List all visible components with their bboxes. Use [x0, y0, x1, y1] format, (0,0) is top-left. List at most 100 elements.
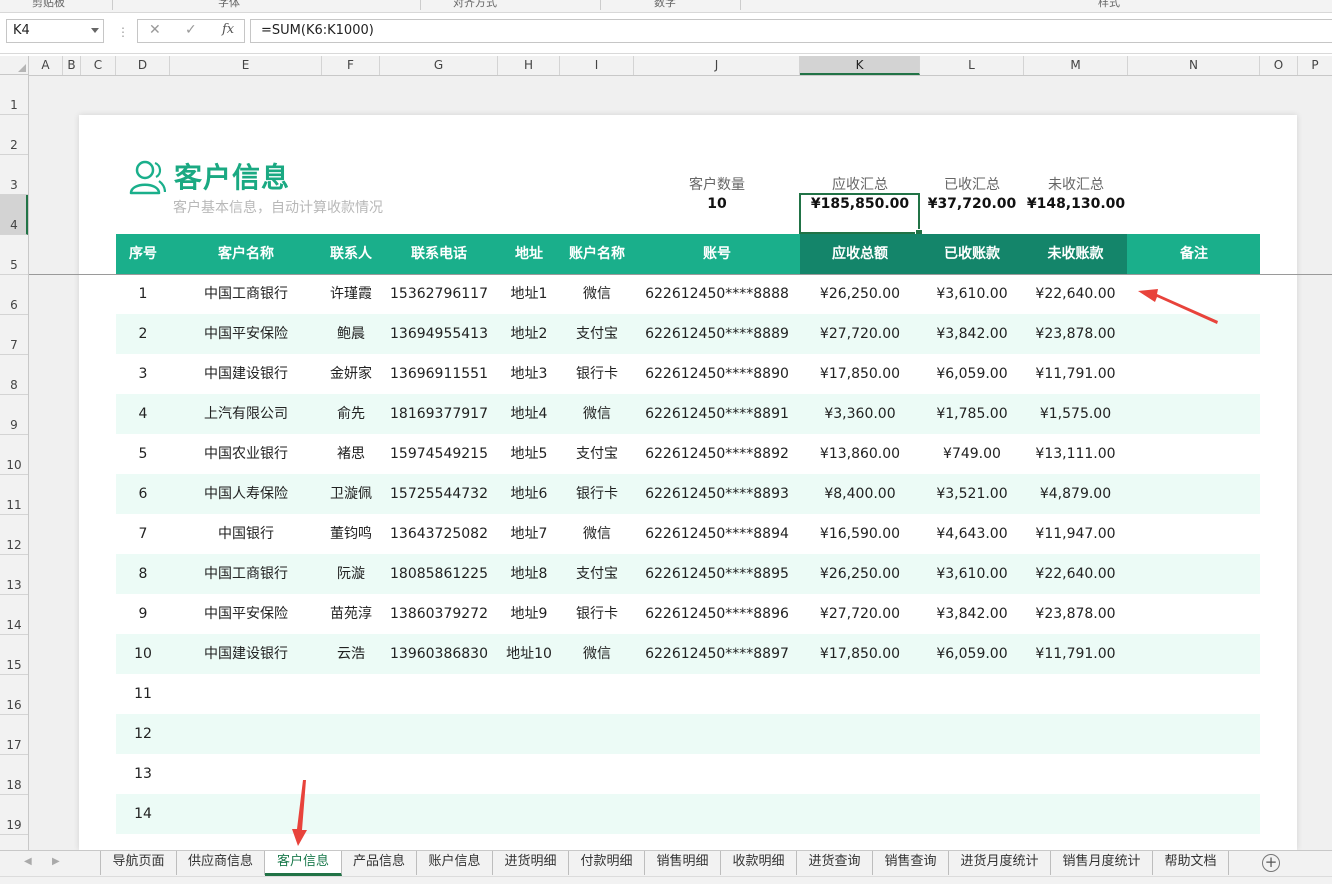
cell-received[interactable]: ¥749.00 — [920, 434, 1024, 474]
cell-customer-name[interactable]: 中国平安保险 — [170, 314, 322, 354]
table-header-cell[interactable]: 账号 — [634, 234, 800, 274]
sheet-tab-sales-detail[interactable]: 销售明细 — [645, 851, 721, 875]
cell-address[interactable]: 地址4 — [498, 394, 560, 434]
table-header-cell[interactable]: 应收总额 — [800, 234, 920, 274]
cell-contact[interactable] — [322, 794, 380, 834]
cell-phone[interactable]: 18169377917 — [380, 394, 498, 434]
cell-index[interactable]: 9 — [116, 594, 170, 634]
cell-account-name[interactable]: 银行卡 — [560, 474, 634, 514]
cell-received[interactable]: ¥3,610.00 — [920, 554, 1024, 594]
scroll-left-icon[interactable]: ◀ — [24, 856, 32, 867]
cell-receivable[interactable]: ¥3,360.00 — [800, 394, 920, 434]
cell-address[interactable]: 地址3 — [498, 354, 560, 394]
cell-received[interactable] — [920, 754, 1024, 794]
cell-receivable[interactable]: ¥27,720.00 — [800, 594, 920, 634]
cell-receivable[interactable]: ¥16,590.00 — [800, 514, 920, 554]
cell-receivable[interactable]: ¥17,850.00 — [800, 634, 920, 674]
cell-phone[interactable] — [380, 674, 498, 714]
cancel-icon[interactable]: ✕ — [149, 22, 161, 38]
cell-unreceived[interactable]: ¥11,947.00 — [1024, 514, 1127, 554]
cell-remark[interactable] — [1128, 554, 1260, 594]
cell-account-number[interactable]: 622612450****8895 — [634, 554, 800, 594]
cell-remark[interactable] — [1128, 714, 1260, 754]
cell-index[interactable]: 3 — [116, 354, 170, 394]
cell-account-name[interactable] — [560, 754, 634, 794]
row-header[interactable]: 3 — [0, 155, 28, 195]
cell-account-name[interactable]: 微信 — [560, 514, 634, 554]
cell-account-number[interactable] — [634, 754, 800, 794]
cell-receivable[interactable]: ¥26,250.00 — [800, 554, 920, 594]
enter-icon[interactable]: ✓ — [185, 22, 197, 38]
cell-customer-name[interactable]: 中国工商银行 — [170, 274, 322, 314]
cell-received[interactable] — [920, 794, 1024, 834]
column-header-a[interactable]: A — [29, 56, 63, 75]
cell-receivable[interactable]: ¥17,850.00 — [800, 354, 920, 394]
cell-received[interactable]: ¥3,610.00 — [920, 274, 1024, 314]
cell-remark[interactable] — [1128, 394, 1260, 434]
cell-remark[interactable] — [1128, 434, 1260, 474]
cell-account-name[interactable]: 微信 — [560, 274, 634, 314]
column-header-c[interactable]: C — [81, 56, 116, 75]
cell-unreceived[interactable] — [1024, 674, 1127, 714]
cell-unreceived[interactable]: ¥23,878.00 — [1024, 594, 1127, 634]
cell-address[interactable]: 地址8 — [498, 554, 560, 594]
cell-received[interactable]: ¥4,643.00 — [920, 514, 1024, 554]
cell-customer-name[interactable]: 中国平安保险 — [170, 594, 322, 634]
sheet-tab-help[interactable]: 帮助文档 — [1153, 851, 1229, 875]
cell-address[interactable]: 地址1 — [498, 274, 560, 314]
row-header[interactable]: 11 — [0, 475, 28, 515]
row-header[interactable]: 9 — [0, 395, 28, 435]
cell-index[interactable]: 10 — [116, 634, 170, 674]
column-header-b[interactable]: B — [63, 56, 81, 75]
sheet-tab-accounts[interactable]: 账户信息 — [417, 851, 493, 875]
cell-account-number[interactable]: 622612450****8894 — [634, 514, 800, 554]
cell-account-name[interactable]: 支付宝 — [560, 314, 634, 354]
scroll-right-icon[interactable]: ▶ — [52, 856, 60, 867]
row-header[interactable]: 18 — [0, 755, 28, 795]
cell-unreceived[interactable]: ¥13,111.00 — [1024, 434, 1127, 474]
cell-address[interactable] — [498, 674, 560, 714]
cell-customer-name[interactable]: 中国人寿保险 — [170, 474, 322, 514]
cell-account-number[interactable]: 622612450****8890 — [634, 354, 800, 394]
sheet-tab-sales-query[interactable]: 销售查询 — [873, 851, 949, 875]
cell-account-name[interactable]: 微信 — [560, 394, 634, 434]
column-header-p[interactable]: P — [1298, 56, 1332, 75]
cell-phone[interactable]: 18085861225 — [380, 554, 498, 594]
cell-address[interactable] — [498, 794, 560, 834]
name-box[interactable]: K4 — [6, 19, 104, 43]
cell-received[interactable] — [920, 714, 1024, 754]
cell-account-number[interactable] — [634, 794, 800, 834]
column-header-k[interactable]: K — [800, 56, 920, 75]
cell-phone[interactable]: 15362796117 — [380, 274, 498, 314]
cell-phone[interactable]: 13860379272 — [380, 594, 498, 634]
row-header[interactable]: 10 — [0, 435, 28, 475]
cell-contact[interactable] — [322, 714, 380, 754]
row-header[interactable]: 16 — [0, 675, 28, 715]
cell-address[interactable]: 地址10 — [498, 634, 560, 674]
table-header-cell[interactable]: 联系人 — [322, 234, 380, 274]
column-header-h[interactable]: H — [498, 56, 560, 75]
cell-remark[interactable] — [1128, 794, 1260, 834]
cell-receivable[interactable]: ¥13,860.00 — [800, 434, 920, 474]
sheet-tab-sales-monthly[interactable]: 销售月度统计 — [1051, 851, 1153, 875]
cell-index[interactable]: 8 — [116, 554, 170, 594]
cell-phone[interactable]: 13696911551 — [380, 354, 498, 394]
cell-unreceived[interactable] — [1024, 794, 1127, 834]
column-header-g[interactable]: G — [380, 56, 498, 75]
cell-contact[interactable] — [322, 674, 380, 714]
cell-account-name[interactable]: 银行卡 — [560, 594, 634, 634]
cell-unreceived[interactable]: ¥22,640.00 — [1024, 274, 1127, 314]
cell-receivable[interactable] — [800, 754, 920, 794]
row-header[interactable]: 12 — [0, 515, 28, 555]
cell-contact[interactable] — [322, 754, 380, 794]
cell-index[interactable]: 13 — [116, 754, 170, 794]
cell-account-name[interactable] — [560, 674, 634, 714]
cell-index[interactable]: 2 — [116, 314, 170, 354]
cell-address[interactable]: 地址7 — [498, 514, 560, 554]
cell-index[interactable]: 11 — [116, 674, 170, 714]
cell-phone[interactable]: 13694955413 — [380, 314, 498, 354]
cell-receivable[interactable]: ¥27,720.00 — [800, 314, 920, 354]
cell-phone[interactable]: 15974549215 — [380, 434, 498, 474]
cell-remark[interactable] — [1128, 514, 1260, 554]
cell-address[interactable]: 地址2 — [498, 314, 560, 354]
